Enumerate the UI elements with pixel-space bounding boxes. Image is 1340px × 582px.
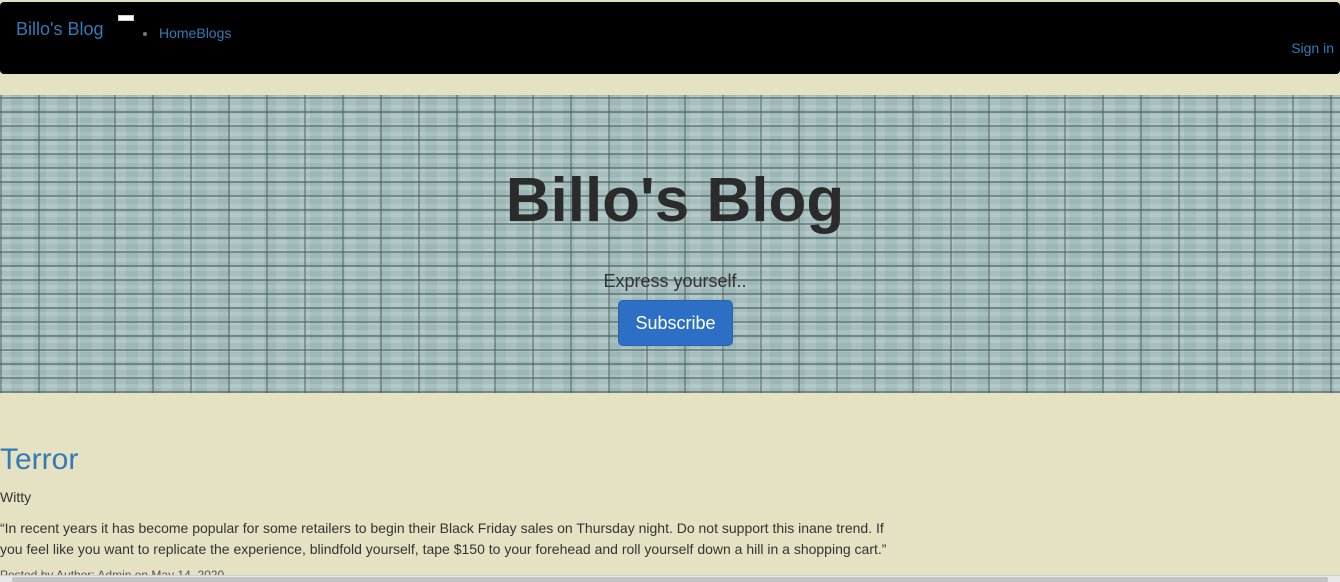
- nav-list: Home Blogs: [143, 25, 231, 41]
- nav-link-blogs[interactable]: Blogs: [196, 25, 231, 41]
- subscribe-button[interactable]: Subscribe: [618, 300, 733, 346]
- hero-banner: Billo's Blog Express yourself.. Subscrib…: [0, 95, 1340, 393]
- nav-link-home[interactable]: Home: [159, 25, 196, 41]
- list-bullet-icon: [143, 32, 147, 36]
- signin-link[interactable]: Sign in: [1291, 40, 1334, 56]
- horizontal-scrollbar[interactable]: [0, 575, 1340, 582]
- scrollbar-thumb[interactable]: [12, 577, 1328, 582]
- hero-title: Billo's Blog: [505, 166, 845, 235]
- top-navbar: Billo's Blog Home Blogs Sign in: [0, 2, 1340, 74]
- post-subtitle: Witty: [0, 489, 32, 505]
- post-title-link[interactable]: Terror: [0, 443, 78, 477]
- hero-subtitle: Express yourself..: [603, 271, 747, 291]
- brand-link[interactable]: Billo's Blog: [16, 19, 103, 40]
- menu-toggle-icon[interactable]: [118, 15, 134, 21]
- post-body: “In recent years it has become popular f…: [0, 520, 887, 557]
